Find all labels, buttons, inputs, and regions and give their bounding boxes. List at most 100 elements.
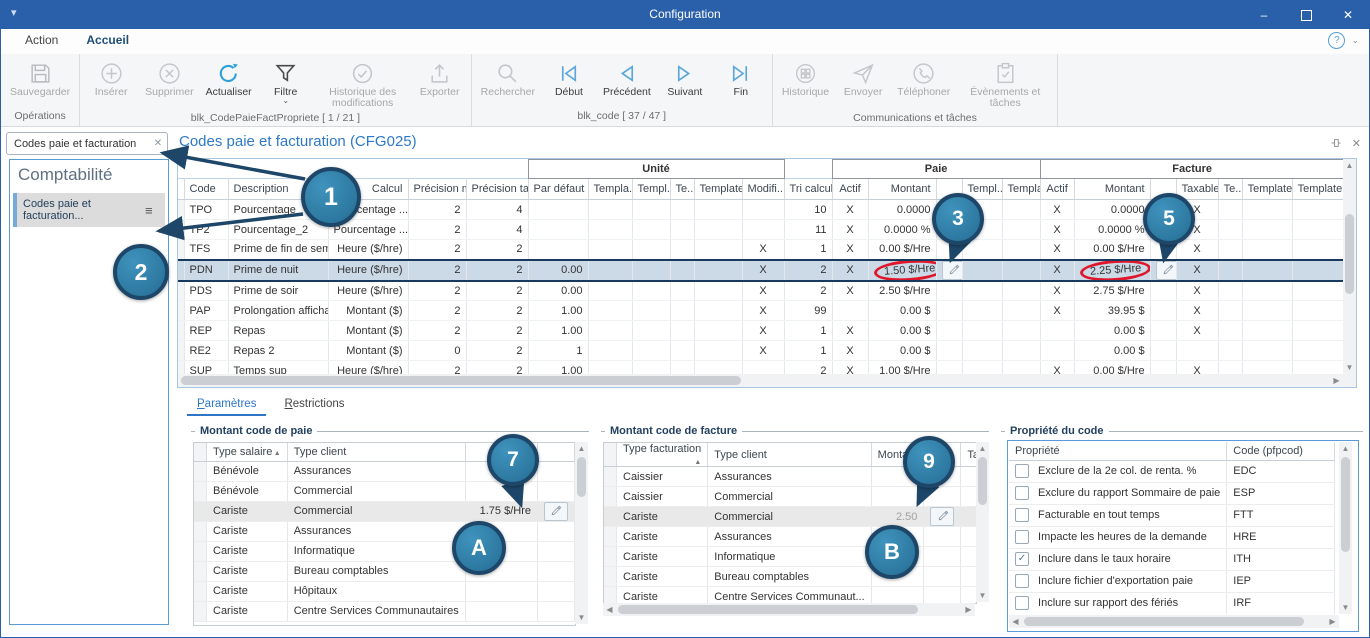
property-checkbox[interactable]: [1015, 486, 1029, 500]
montant-facture-row[interactable]: CaristeCommercial2.50✓: [604, 507, 977, 527]
property-checkbox[interactable]: [1015, 464, 1029, 478]
montant-paie-row[interactable]: CaristeInformatique: [194, 541, 575, 561]
grid-cell: 0.00 $: [868, 341, 936, 361]
column-header[interactable]: Montant: [1074, 179, 1150, 200]
montant-paie-row[interactable]: CaristeHôpitaux: [194, 581, 575, 601]
column-header[interactable]: Template ...: [694, 179, 742, 200]
montant-paie-row[interactable]: CaristeAssurances: [194, 521, 575, 541]
montant-facture-row[interactable]: CaristeBureau comptablesX: [604, 567, 977, 587]
maximize-button[interactable]: [1285, 1, 1327, 29]
column-header[interactable]: Te...: [670, 179, 694, 200]
column-header[interactable]: Par défaut: [528, 179, 588, 200]
property-checkbox[interactable]: ✓: [1015, 552, 1029, 566]
column-header[interactable]: Taxable: [961, 443, 977, 467]
column-header[interactable]: Template ...: [1242, 179, 1292, 200]
nav-last-button[interactable]: Fin: [713, 58, 769, 100]
edit-pencil-button[interactable]: [544, 502, 568, 521]
property-row-ITH[interactable]: ✓ Inclure dans le taux horaireITH: [1009, 548, 1335, 570]
sidebar-search-input[interactable]: Codes paie et facturation ✕: [6, 132, 168, 155]
chevron-down-icon[interactable]: ⌄: [1351, 35, 1359, 46]
column-header[interactable]: Précision taux: [466, 179, 528, 200]
column-header[interactable]: Précision m...: [408, 179, 466, 200]
montant-paie-row[interactable]: CaristeCentre Services Communautaires: [194, 601, 575, 621]
column-header[interactable]: Montant: [868, 179, 936, 200]
column-header[interactable]: Te...: [1218, 179, 1242, 200]
menu-tab-accueil[interactable]: Accueil: [72, 29, 143, 56]
column-header[interactable]: Actif: [832, 179, 868, 200]
edit-pencil-button[interactable]: [930, 507, 954, 526]
grid-row-PAP[interactable]: PAPProlongation affichag...Montant ($)22…: [178, 301, 1343, 321]
save-button: Sauvegarder: [4, 58, 76, 100]
column-header[interactable]: Tri calcul: [784, 179, 832, 200]
facture-vscrollbar[interactable]: ▲ ▼: [976, 442, 989, 602]
property-row-EDC[interactable]: Exclure de la 2e col. de renta. %EDC: [1009, 460, 1335, 482]
column-header[interactable]: Templa...: [588, 179, 632, 200]
refresh-button[interactable]: Actualiser: [200, 58, 258, 100]
facture-hscrollbar[interactable]: ◀ ▶: [603, 603, 975, 616]
property-checkbox[interactable]: [1015, 596, 1029, 610]
grid-row-REP[interactable]: REPRepasMontant ($)221.00X1X0.00 $0.00 $…: [178, 321, 1343, 341]
column-header[interactable]: Code: [184, 179, 228, 200]
column-header[interactable]: Modifi...: [742, 179, 784, 200]
grid-cell: [1218, 220, 1242, 240]
help-icon[interactable]: ?: [1328, 32, 1345, 49]
grid-hscrollbar[interactable]: ▶: [178, 374, 1343, 387]
edit-pencil-button[interactable]: [1156, 261, 1177, 280]
clear-search-icon[interactable]: ✕: [149, 138, 167, 149]
nav-prev-button[interactable]: Précédent: [597, 58, 657, 100]
property-checkbox[interactable]: [1015, 508, 1029, 522]
column-header[interactable]: Templa...: [1002, 179, 1040, 200]
column-header[interactable]: Type client: [287, 443, 465, 461]
column-header[interactable]: Type facturation▲: [617, 443, 708, 467]
tab-restrictions[interactable]: Restrictions: [274, 395, 354, 416]
property-row-FTT[interactable]: Facturable en tout tempsFTT: [1009, 504, 1335, 526]
chevron-down-icon[interactable]: ⌄: [282, 98, 289, 104]
property-checkbox[interactable]: [1015, 530, 1029, 544]
column-header[interactable]: [537, 443, 574, 461]
filter-button[interactable]: Filtre⌄: [258, 58, 314, 106]
nav-next-button[interactable]: Suivant: [657, 58, 713, 100]
montant-paie-row[interactable]: CaristeCommercial1.75 $/Hre: [194, 501, 575, 521]
grid-row-PDS[interactable]: PDSPrime de soirHeure ($/hre)220.00X2X2.…: [178, 281, 1343, 301]
property-row-ESP[interactable]: Exclure du rapport Sommaire de paieESP: [1009, 482, 1335, 504]
pin-icon[interactable]: [1330, 137, 1342, 152]
montant-facture-row[interactable]: CaissierCommercialX: [604, 487, 977, 507]
column-header[interactable]: Type salaire▲: [207, 443, 288, 461]
column-header[interactable]: Template F: [1292, 179, 1343, 200]
grid-cell: [632, 260, 670, 281]
props-vscrollbar[interactable]: ▲ ▼: [1339, 442, 1352, 614]
column-header[interactable]: Type client: [708, 443, 871, 467]
grid-row-SUP[interactable]: SUPTemps supHeure ($/hre)221.002X1.00 $/…: [178, 361, 1343, 375]
minimize-button[interactable]: –: [1243, 1, 1285, 29]
column-header[interactable]: Actif: [1040, 179, 1074, 200]
hamburger-icon[interactable]: ≡: [145, 203, 165, 218]
close-button[interactable]: ✕: [1327, 1, 1369, 29]
grid-vscrollbar[interactable]: ▲ ▼: [1343, 159, 1356, 374]
band-header-unité: Unité: [528, 160, 784, 179]
tab-paramètres[interactable]: Paramètres: [187, 395, 266, 416]
close-document-icon[interactable]: ✕: [1352, 137, 1361, 152]
grid-cell: X: [1176, 321, 1218, 341]
montant-facture-row[interactable]: CaristeInformatiqueX: [604, 547, 977, 567]
paie-vscrollbar[interactable]: ▲ ▼: [575, 442, 588, 624]
nav-first-button[interactable]: Début: [541, 58, 597, 100]
property-checkbox[interactable]: [1015, 574, 1029, 588]
column-header[interactable]: Propriété: [1009, 442, 1227, 460]
grid-row-PDN[interactable]: PDNPrime de nuitHeure ($/hre)220.00X2X1.…: [178, 260, 1343, 281]
montant-facture-row[interactable]: CaristeCentre Services Communaut...X: [604, 587, 977, 605]
edit-pencil-button[interactable]: [942, 261, 963, 280]
column-header[interactable]: Code (pfpcod): [1227, 442, 1335, 460]
montant-facture-row[interactable]: CaristeAssurancesX: [604, 527, 977, 547]
grid-row-RE2[interactable]: RE2Repas 2Montant ($)021X1X0.00 $0.00 $: [178, 341, 1343, 361]
props-hscrollbar[interactable]: ◀ ▶: [1009, 615, 1339, 628]
property-row-HRE[interactable]: Impacte les heures de la demandeHRE: [1009, 526, 1335, 548]
property-row-IRF[interactable]: Inclure sur rapport des fériésIRF: [1009, 592, 1335, 614]
table-cell: X: [961, 527, 977, 547]
grid-cell: [1218, 281, 1242, 301]
column-header[interactable]: Templ...: [632, 179, 670, 200]
table-cell: Exclure du rapport Sommaire de paie: [1009, 482, 1227, 504]
sidebar-item-codes-paie[interactable]: Codes paie et facturation...≡: [13, 193, 165, 227]
montant-paie-row[interactable]: CaristeBureau comptables: [194, 561, 575, 581]
menu-tab-action[interactable]: Action: [11, 29, 72, 54]
property-row-IEP[interactable]: Inclure fichier d'exportation paieIEP: [1009, 570, 1335, 592]
